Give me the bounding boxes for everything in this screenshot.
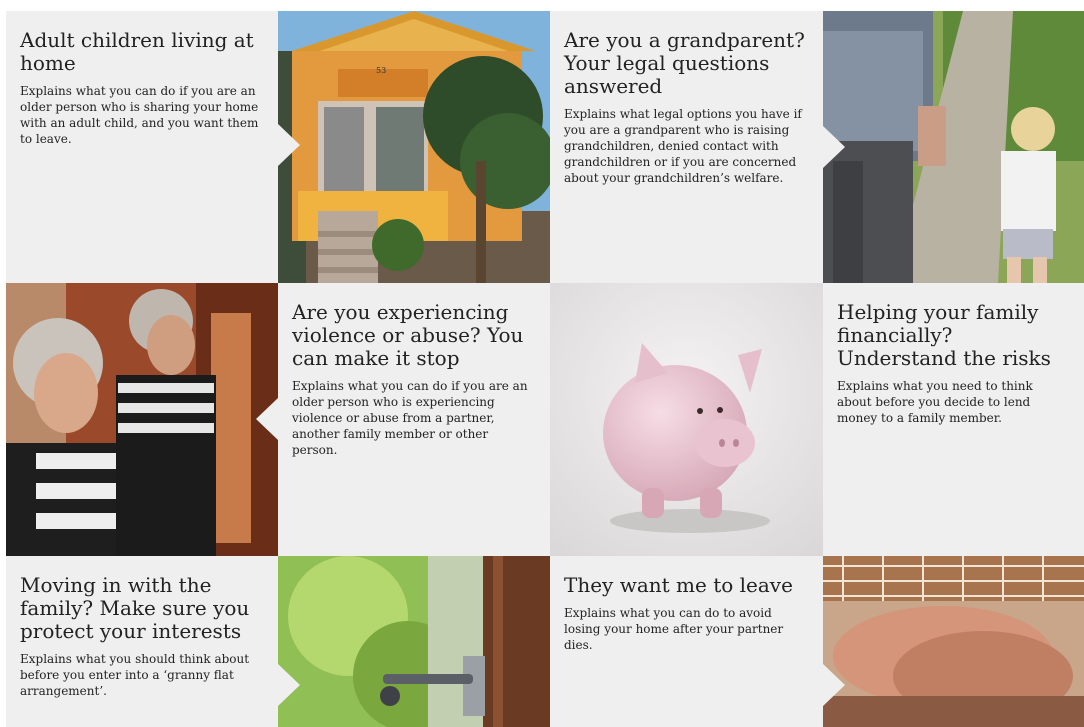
card-they-want-me-to-leave[interactable]: They want me to leave Explains what you …: [550, 556, 823, 727]
card-title: They want me to leave: [564, 573, 793, 597]
house-photo[interactable]: 53: [278, 11, 550, 283]
older-women-doorway-photo[interactable]: [6, 283, 278, 556]
card-grandparent[interactable]: Are you a grandparent? Your legal questi…: [550, 11, 823, 283]
card-pointer: [278, 124, 300, 166]
card-helping-family-financially[interactable]: Helping your family financially? Underst…: [823, 283, 1084, 556]
card-pointer: [278, 664, 300, 706]
card-pointer: [256, 398, 278, 440]
card-moving-in-with-family[interactable]: Moving in with the family? Make sure you…: [6, 556, 278, 727]
card-pointer: [823, 126, 845, 168]
key-in-door-photo[interactable]: [278, 556, 550, 727]
card-adult-children[interactable]: Adult children living at home Explains w…: [6, 11, 278, 283]
piggy-bank-photo[interactable]: [550, 283, 823, 556]
card-pointer: [823, 664, 845, 706]
topic-card-grid: Adult children living at home Explains w…: [6, 11, 1084, 727]
card-title: Are you a grandparent? Your legal questi…: [564, 28, 805, 98]
house-number: 53: [376, 66, 386, 75]
card-violence-abuse[interactable]: Are you experiencing violence or abuse? …: [278, 283, 550, 556]
card-title: Helping your family financially? Underst…: [837, 300, 1051, 370]
card-description: Explains what you should think about bef…: [20, 652, 250, 698]
card-title: Adult children living at home: [20, 28, 254, 75]
card-title: Are you experiencing violence or abuse? …: [292, 300, 524, 370]
card-description: Explains what you can do if you are an o…: [292, 379, 528, 457]
card-description: Explains what you need to think about be…: [837, 379, 1033, 425]
card-description: Explains what you can do to avoid losing…: [564, 606, 784, 652]
card-description: Explains what legal options you have if …: [564, 107, 802, 185]
card-title: Moving in with the family? Make sure you…: [20, 573, 250, 643]
grandparent-child-walking-photo[interactable]: [823, 11, 1084, 283]
card-description: Explains what you can do if you are an o…: [20, 84, 259, 146]
clasped-hands-photo[interactable]: [823, 556, 1084, 727]
